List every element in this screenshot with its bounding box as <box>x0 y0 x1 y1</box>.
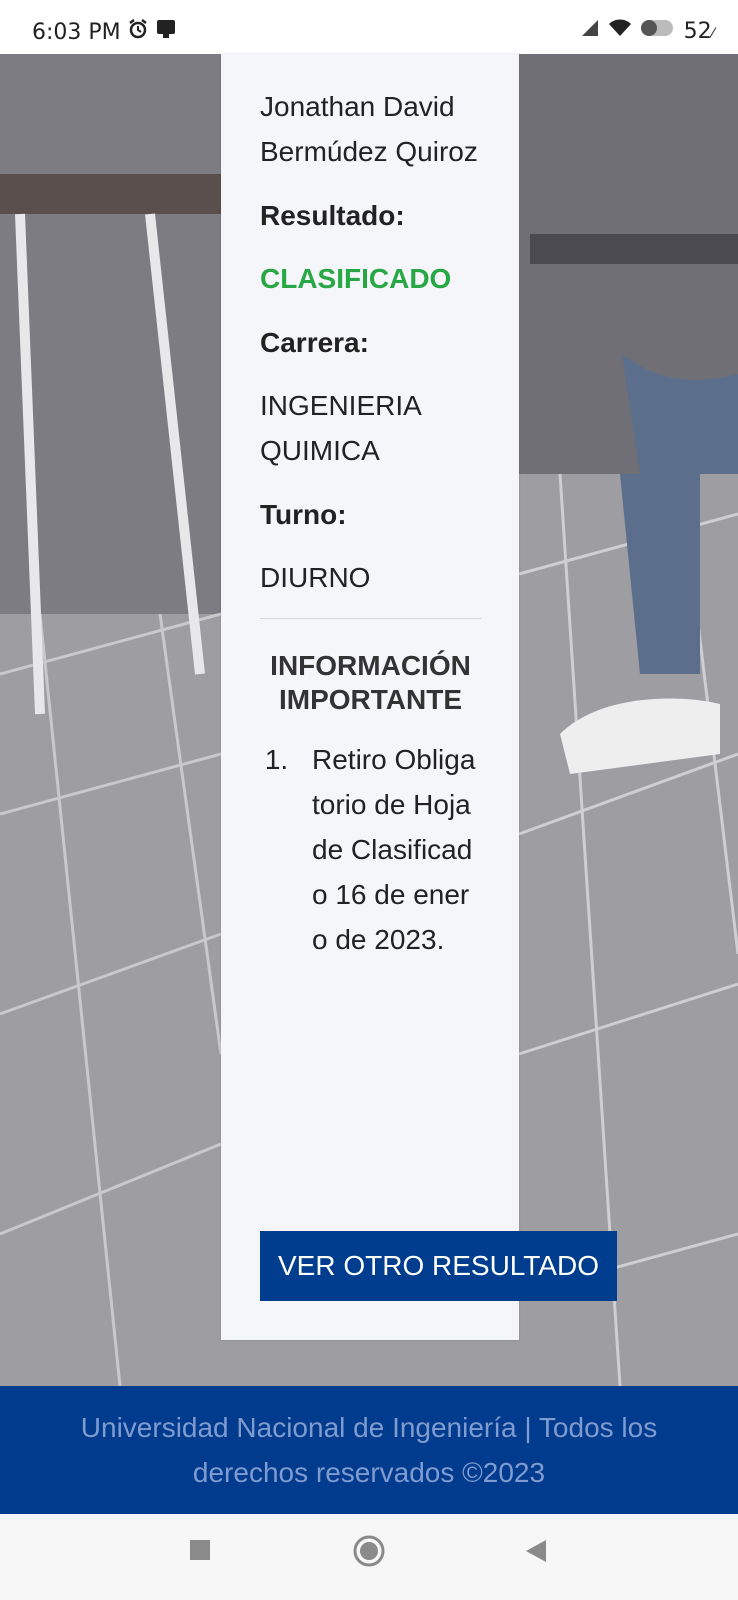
result-label: Resultado: <box>260 200 405 231</box>
footer: Universidad Nacional de Ingeniería | Tod… <box>0 1386 738 1514</box>
career-value: INGENIERIA QUIMICA <box>260 390 421 466</box>
footer-text: Universidad Nacional de Ingeniería | Tod… <box>80 1412 658 1488</box>
status-left: 6:03 PM <box>32 18 177 46</box>
status-bar: 6:03 PM 52⁄ <box>0 0 738 54</box>
wifi-icon <box>608 18 632 44</box>
info-title: INFORMACIÓN IMPORTANTE <box>270 650 471 715</box>
status-right: 52⁄ <box>580 18 714 44</box>
battery-icon <box>640 18 676 44</box>
shift-value: DIURNO <box>260 562 371 593</box>
shift-label: Turno: <box>260 499 347 530</box>
result-card: Jonathan David Bermúdez Quiroz Resultado… <box>221 54 519 1340</box>
battery-level: 52⁄ <box>683 18 714 44</box>
system-nav-bar <box>0 1514 738 1600</box>
status-time: 6:03 PM <box>32 19 121 45</box>
result-value: CLASIFICADO <box>260 263 452 294</box>
divider <box>260 618 481 619</box>
back-button[interactable] <box>524 1538 548 1569</box>
student-name: Jonathan David Bermúdez Quiroz <box>260 91 478 167</box>
career-label: Carrera: <box>260 327 369 358</box>
home-button[interactable] <box>352 1534 386 1573</box>
signal-icon <box>580 18 600 44</box>
notification-icon <box>155 18 177 46</box>
info-list-item: Retiro Obligatorio de Hoja de Clasificad… <box>296 737 481 962</box>
recent-apps-button[interactable] <box>188 1538 212 1567</box>
info-list: Retiro Obligatorio de Hoja de Clasificad… <box>260 737 481 962</box>
view-other-result-button[interactable]: VER OTRO RESULTADO <box>260 1231 617 1301</box>
alarm-icon <box>127 18 149 46</box>
